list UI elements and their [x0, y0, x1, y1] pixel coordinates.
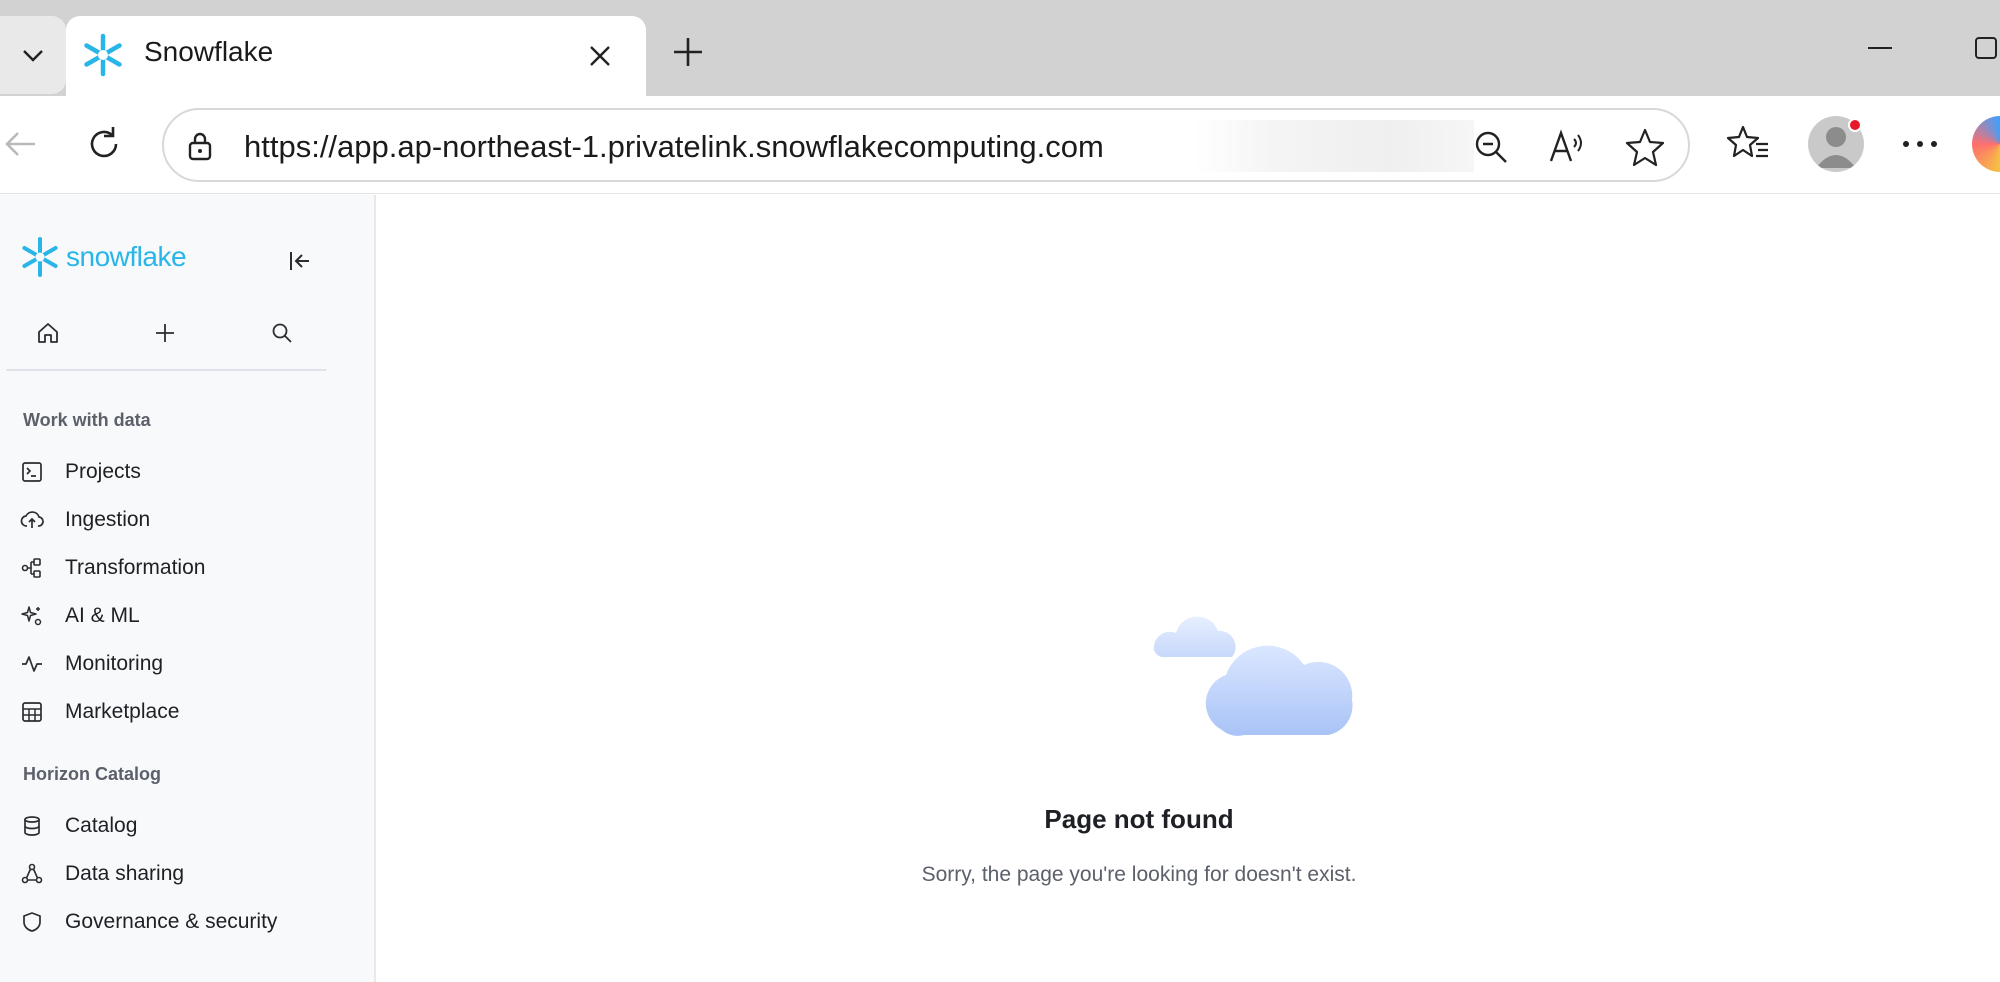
zoom-out-icon — [1475, 131, 1507, 163]
sidebar-item-label: Marketplace — [65, 700, 180, 723]
url-text[interactable]: https://app.ap-northeast-1.privatelink.s… — [244, 129, 1264, 165]
snowflake-logo-icon — [22, 237, 58, 277]
browser-tab-strip: Snowflake — [0, 0, 2000, 96]
sidebar-item-ai-ml[interactable]: AI & ML — [20, 596, 340, 636]
back-button[interactable] — [0, 118, 46, 170]
refresh-icon — [90, 127, 118, 158]
settings-more-button[interactable] — [1894, 118, 1946, 170]
transformation-icon — [20, 552, 52, 584]
notification-dot — [1848, 118, 1862, 132]
section-title-horizon-catalog: Horizon Catalog — [23, 764, 161, 784]
create-button[interactable] — [145, 313, 185, 353]
favorites-button[interactable] — [1722, 118, 1774, 170]
back-arrow-icon — [5, 132, 35, 156]
ai-ml-icon — [20, 600, 52, 632]
catalog-icon — [20, 810, 52, 842]
projects-icon — [20, 456, 52, 488]
sidebar-item-label: Data sharing — [65, 862, 185, 885]
sidebar-item-transformation[interactable]: Transformation — [20, 548, 340, 588]
cloud-illustration-icon — [1153, 616, 1353, 736]
minimize-icon — [1868, 47, 1892, 49]
page-not-found-title: Page not found — [1044, 804, 1234, 834]
collapse-sidebar-button[interactable] — [280, 241, 320, 281]
search-button[interactable] — [262, 313, 302, 353]
url-redacted-area — [1194, 120, 1474, 172]
sidebar-item-label: Monitoring — [65, 652, 164, 675]
main-content: Page not found Sorry, the page you're lo… — [378, 195, 2000, 982]
home-button[interactable] — [28, 313, 68, 353]
tab-actions-menu-button[interactable] — [0, 16, 66, 94]
sidebar-item-label: Catalog — [65, 814, 138, 837]
read-aloud-icon — [1549, 129, 1582, 162]
refresh-button[interactable] — [78, 118, 130, 170]
data-sharing-icon — [20, 858, 52, 890]
tab-title: Snowflake — [144, 36, 274, 67]
sidebar-item-data-sharing[interactable]: Data sharing — [20, 854, 340, 894]
lock-icon — [188, 132, 212, 161]
favorites-icon — [1726, 125, 1768, 158]
snowflake-logo[interactable]: snowflake — [20, 237, 187, 277]
plus-icon — [156, 324, 174, 342]
browser-tab[interactable]: Snowflake — [66, 16, 646, 96]
shield-icon — [20, 906, 52, 938]
sidebar-item-ingestion[interactable]: Ingestion — [20, 500, 340, 540]
monitoring-icon — [20, 648, 52, 680]
browser-toolbar: https://app.ap-northeast-1.privatelink.s… — [0, 96, 2000, 194]
collapse-left-icon — [290, 252, 309, 270]
more-icon — [1903, 141, 1937, 147]
maximize-window-button[interactable] — [1966, 28, 2000, 68]
sidebar-item-label: Ingestion — [65, 508, 151, 531]
chevron-down-icon — [23, 50, 43, 62]
site-info-button[interactable] — [182, 128, 218, 164]
maximize-icon — [1975, 37, 1997, 59]
address-bar[interactable]: https://app.ap-northeast-1.privatelink.s… — [162, 108, 1690, 182]
sidebar-item-governance-security[interactable]: Governance & security — [20, 902, 340, 942]
home-icon — [38, 323, 58, 343]
snowflake-favicon-icon — [84, 33, 122, 77]
close-icon — [590, 46, 610, 66]
ingestion-icon — [20, 504, 52, 536]
marketplace-icon — [20, 696, 52, 728]
copilot-button[interactable] — [1972, 116, 2000, 172]
sidebar-item-label: Governance & security — [65, 910, 278, 933]
logo-text: snowflake — [66, 241, 187, 272]
page-not-found-message: Sorry, the page you're looking for doesn… — [921, 863, 1357, 886]
sidebar-item-label: AI & ML — [65, 604, 140, 627]
search-icon — [272, 323, 292, 343]
sidebar-item-monitoring[interactable]: Monitoring — [20, 644, 340, 684]
sidebar-item-marketplace[interactable]: Marketplace — [20, 692, 340, 732]
sidebar-item-label: Transformation — [65, 556, 206, 579]
section-title-work-with-data: Work with data — [23, 410, 151, 430]
plus-icon — [674, 38, 702, 66]
zoom-button[interactable] — [1470, 126, 1512, 168]
sidebar-item-projects[interactable]: Projects — [20, 452, 340, 492]
tab-close-button[interactable] — [578, 34, 622, 78]
star-icon — [1625, 128, 1665, 167]
sidebar-item-catalog[interactable]: Catalog — [20, 806, 340, 846]
new-tab-button[interactable] — [664, 28, 712, 76]
sidebar-item-label: Projects — [65, 460, 141, 483]
sidebar-divider — [6, 369, 326, 371]
add-favorite-button[interactable] — [1624, 126, 1666, 168]
minimize-window-button[interactable] — [1856, 28, 1904, 68]
sidebar: snowflake Work with data Projects Ingest… — [0, 195, 376, 982]
read-aloud-button[interactable] — [1546, 126, 1588, 168]
